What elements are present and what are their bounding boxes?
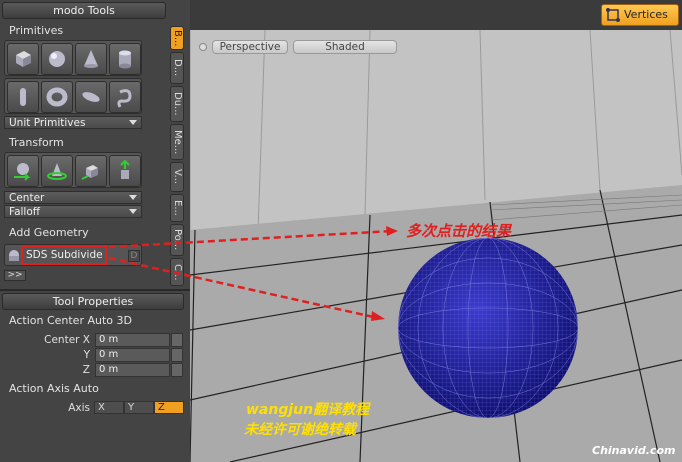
annotation-arrows xyxy=(108,226,398,321)
credit-line-2: 未经许可谢绝转载 xyxy=(244,422,356,438)
credit-line-1: wangjun翻译教程 xyxy=(246,402,370,418)
result-annotation: 多次点击的结果 xyxy=(406,222,512,240)
watermark: Chinavid.com xyxy=(592,444,676,457)
